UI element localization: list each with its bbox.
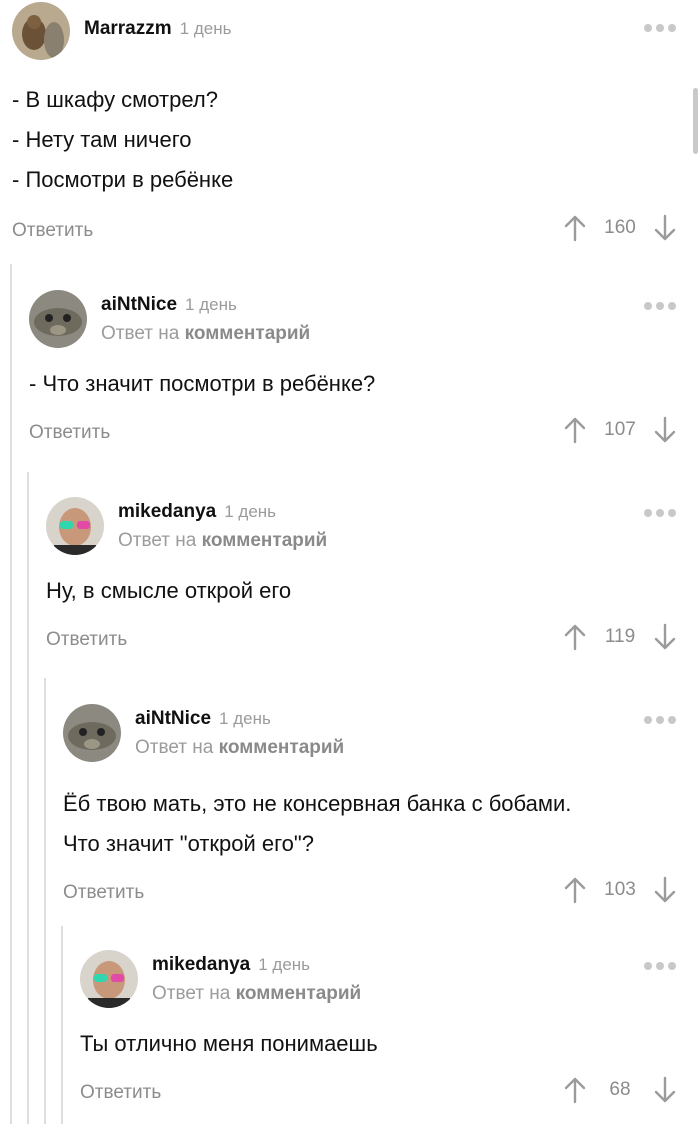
reply-button[interactable]: Ответить (46, 629, 127, 651)
reply-to-link[interactable]: комментарий (185, 323, 311, 344)
reply-to: Ответ на комментарий (152, 983, 361, 1005)
arrow-down-icon[interactable] (654, 1076, 676, 1104)
username[interactable]: mikedanya (118, 501, 216, 522)
comment: aiNtNice 1 день Ответ на комментарий - Чт… (29, 290, 676, 456)
arrow-up-icon[interactable] (564, 1076, 586, 1104)
comment-header: mikedanya 1 день Ответ на комментарий (46, 497, 676, 557)
name-row: Marrazzm 1 день (84, 18, 231, 40)
reply-to-link[interactable]: комментарий (202, 530, 328, 551)
comment-actions: Ответить 160 (12, 214, 676, 254)
comment-header: mikedanya 1 день Ответ на комментарий (80, 950, 676, 1010)
comment-time: 1 день (185, 295, 237, 314)
vote-controls: 119 (564, 623, 676, 651)
comment-time: 1 день (258, 955, 311, 974)
rating-count: 103 (604, 879, 636, 900)
comment-body: Ну, в смысле открой его (46, 571, 676, 611)
comment-time: 1 день (224, 502, 277, 521)
arrow-down-icon[interactable] (654, 876, 676, 904)
comment: mikedanya 1 день Ответ на комментарий Ты … (80, 950, 676, 1116)
comment-header: aiNtNice 1 день Ответ на комментарий (29, 290, 676, 350)
reply-to: Ответ на комментарий (101, 323, 310, 345)
thread-line (27, 472, 29, 1124)
reply-button[interactable]: Ответить (29, 422, 110, 444)
comment-body: Ты отлично меня понимаешь (80, 1024, 676, 1064)
vote-controls: 160 (564, 214, 676, 242)
thread-line (44, 678, 46, 1124)
reply-to: Ответ на комментарий (135, 737, 344, 759)
name-row: mikedanya 1 день (118, 501, 276, 523)
reply-button[interactable]: Ответить (80, 1082, 161, 1104)
arrow-up-icon[interactable] (564, 623, 586, 651)
comment-body: - Что значит посмотри в ребёнке? (29, 364, 676, 404)
avatar[interactable] (46, 497, 104, 555)
more-dots-icon[interactable] (644, 302, 676, 310)
username[interactable]: mikedanya (152, 954, 250, 975)
rating-count: 119 (604, 626, 636, 647)
name-row: aiNtNice 1 день (101, 294, 237, 316)
reply-button[interactable]: Ответить (63, 882, 144, 904)
name-row: mikedanya 1 день (152, 954, 310, 976)
arrow-down-icon[interactable] (654, 623, 676, 651)
avatar[interactable] (63, 704, 121, 762)
reply-to-prefix: Ответ на (118, 530, 197, 551)
scrollbar[interactable] (693, 88, 698, 154)
comment-actions: Ответить 107 (29, 416, 676, 456)
rating-count: 107 (604, 419, 636, 440)
avatar[interactable] (80, 950, 138, 1008)
more-dots-icon[interactable] (644, 509, 676, 517)
comment-line: - Посмотри в ребёнке (12, 167, 234, 192)
reply-to-link[interactable]: комментарий (236, 983, 362, 1004)
comment-header: aiNtNice 1 день Ответ на комментарий (63, 704, 676, 764)
comment-line: - Нету там ничего (12, 127, 192, 152)
reply-to-prefix: Ответ на (152, 983, 231, 1004)
comment-line: - Что значит посмотри в ребёнке? (29, 371, 376, 396)
comment-actions: Ответить 119 (46, 623, 676, 663)
avatar[interactable] (12, 2, 70, 60)
comment-time: 1 день (179, 19, 232, 38)
username[interactable]: Marrazzm (84, 18, 172, 39)
more-dots-icon[interactable] (644, 24, 676, 32)
rating-count: 68 (609, 1079, 631, 1100)
comment: mikedanya 1 день Ответ на комментарий Ну,… (46, 497, 676, 663)
comment-actions: Ответить 103 (63, 876, 676, 916)
arrow-up-icon[interactable] (564, 214, 586, 242)
arrow-up-icon[interactable] (564, 416, 586, 444)
more-dots-icon[interactable] (644, 962, 676, 970)
comment: Marrazzm 1 день - В шкафу смотрел? - Нету… (12, 2, 676, 254)
thread-line (61, 926, 63, 1124)
thread-line (10, 264, 12, 1124)
comment-actions: Ответить 68 (80, 1076, 676, 1116)
comment: aiNtNice 1 день Ответ на комментарий Ёб т… (63, 704, 676, 916)
more-dots-icon[interactable] (644, 716, 676, 724)
comment-line: Ну, в смысле открой его (46, 578, 292, 603)
arrow-down-icon[interactable] (654, 214, 676, 242)
avatar[interactable] (29, 290, 87, 348)
name-row: aiNtNice 1 день (135, 708, 271, 730)
arrow-up-icon[interactable] (564, 876, 586, 904)
comment-line: - В шкафу смотрел? (12, 87, 218, 112)
reply-to: Ответ на комментарий (118, 530, 327, 552)
rating-count: 160 (604, 217, 636, 238)
vote-controls: 68 (564, 1076, 676, 1104)
reply-button[interactable]: Ответить (12, 220, 93, 242)
reply-to-link[interactable]: комментарий (219, 737, 345, 758)
comment-time: 1 день (219, 709, 271, 728)
reply-to-prefix: Ответ на (101, 323, 180, 344)
username[interactable]: aiNtNice (135, 708, 211, 729)
comment-line: Ты отлично меня понимаешь (80, 1031, 378, 1056)
vote-controls: 107 (564, 416, 676, 444)
comment-line: Что значит "открой его"? (63, 831, 314, 856)
arrow-down-icon[interactable] (654, 416, 676, 444)
comment-header: Marrazzm 1 день (12, 2, 676, 62)
comment-body: Ёб твою мать, это не консервная банка с … (63, 784, 676, 864)
reply-to-prefix: Ответ на (135, 737, 214, 758)
comment-line: Ёб твою мать, это не консервная банка с … (63, 791, 572, 816)
comment-body: - В шкафу смотрел? - Нету там ничего - П… (12, 80, 676, 200)
vote-controls: 103 (564, 876, 676, 904)
username[interactable]: aiNtNice (101, 294, 177, 315)
